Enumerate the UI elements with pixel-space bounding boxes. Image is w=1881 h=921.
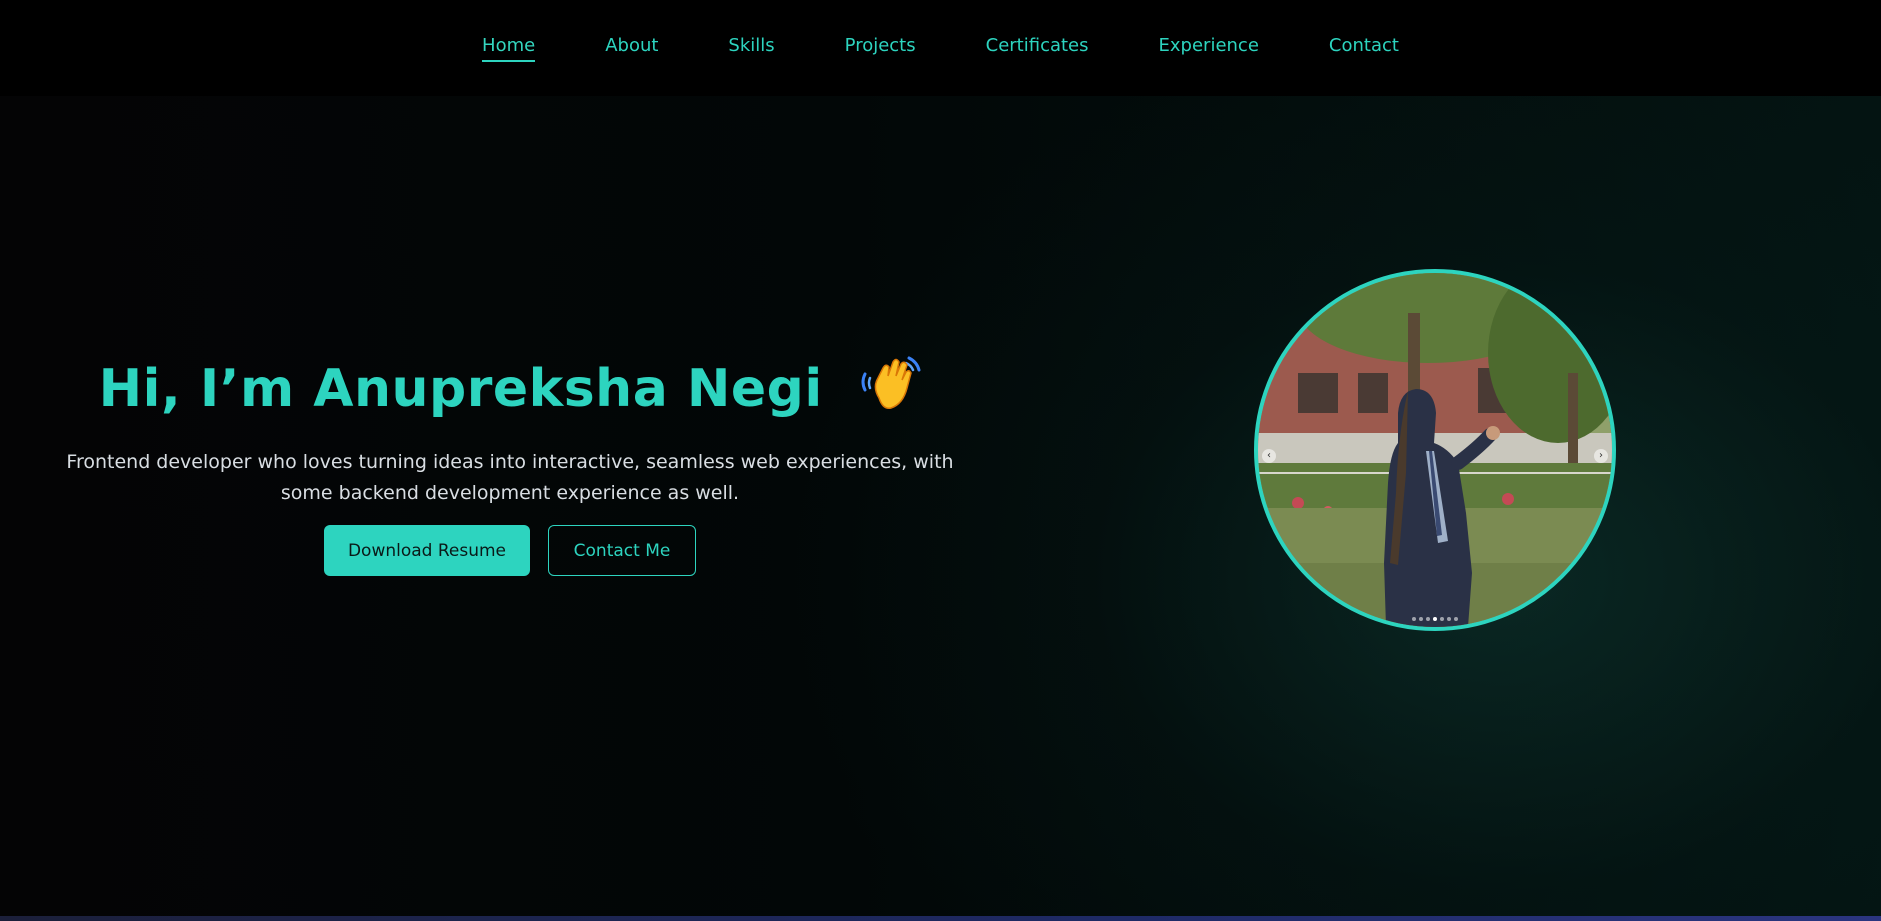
nav-projects[interactable]: Projects <box>845 35 916 62</box>
hero-buttons: Download Resume Contact Me <box>60 525 960 576</box>
carousel-dot[interactable] <box>1419 617 1423 621</box>
nav-about[interactable]: About <box>605 35 658 62</box>
nav-certificates[interactable]: Certificates <box>986 35 1089 62</box>
carousel-dots <box>1258 617 1612 621</box>
chevron-left-icon[interactable]: ‹ <box>1262 449 1276 463</box>
carousel-dot[interactable] <box>1447 617 1451 621</box>
top-navbar: Home About Skills Projects Certificates … <box>0 0 1881 96</box>
contact-me-button[interactable]: Contact Me <box>548 525 696 576</box>
carousel-dot[interactable] <box>1454 617 1458 621</box>
bottom-divider <box>0 916 1881 921</box>
carousel-dot[interactable] <box>1426 617 1430 621</box>
nav-contact[interactable]: Contact <box>1329 35 1399 62</box>
waving-hand-icon <box>859 354 921 425</box>
download-resume-button[interactable]: Download Resume <box>324 525 530 576</box>
nav-home[interactable]: Home <box>482 35 536 62</box>
hero-subtitle: Frontend developer who loves turning ide… <box>66 451 954 504</box>
carousel-dot[interactable] <box>1440 617 1444 621</box>
carousel-dot-active[interactable] <box>1433 617 1437 621</box>
chevron-right-icon[interactable]: › <box>1594 449 1608 463</box>
nav-list: Home About Skills Projects Certificates … <box>447 35 1434 62</box>
nav-skills[interactable]: Skills <box>728 35 774 62</box>
hero-title-text: Hi, I’m Anupreksha Negi <box>98 359 823 419</box>
hero-text: Hi, I’m Anupreksha Negi Frontend develop… <box>60 354 960 576</box>
nav-experience[interactable]: Experience <box>1159 35 1259 62</box>
hero-title: Hi, I’m Anupreksha Negi <box>60 354 960 425</box>
profile-photo <box>1258 273 1612 627</box>
carousel-dot[interactable] <box>1412 617 1416 621</box>
profile-photo-carousel: ‹ › <box>1254 269 1616 631</box>
